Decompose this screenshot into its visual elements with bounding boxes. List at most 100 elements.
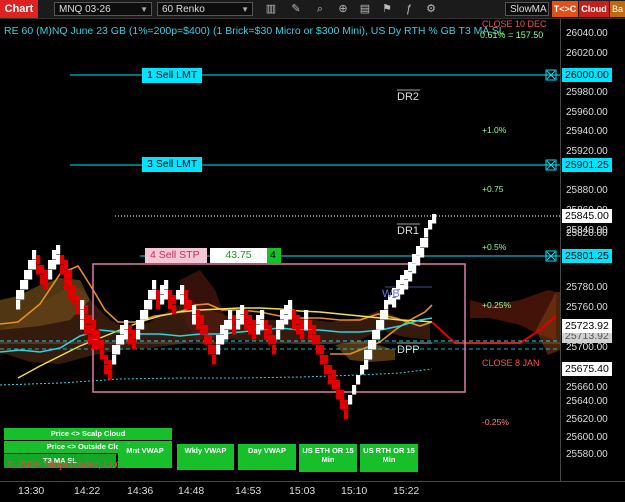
price-tick: 25600.00 xyxy=(566,432,608,443)
properties-icon[interactable]: ▤ xyxy=(358,2,372,16)
order-label-1[interactable]: 1 Sell LMT xyxy=(142,68,203,83)
dr1-label: DR1 xyxy=(397,225,420,237)
down-brick xyxy=(232,325,237,335)
indicator-value: SlowMA xyxy=(510,4,547,15)
down-brick xyxy=(316,335,321,345)
down-brick xyxy=(344,400,349,410)
down-brick xyxy=(44,270,49,280)
down-brick xyxy=(36,255,41,265)
us-eth-or-button[interactable]: US ETH OR 15 Min xyxy=(299,444,357,472)
zoom-in-icon[interactable]: ⊕ xyxy=(336,2,350,16)
up-brick xyxy=(56,255,61,265)
order-label-2[interactable]: 3 Sell LMT xyxy=(142,157,203,172)
price-tag-25801: 25801.25 xyxy=(562,249,612,263)
down-brick xyxy=(60,265,65,275)
down-brick xyxy=(296,325,301,335)
down-brick xyxy=(196,320,201,330)
down-brick xyxy=(64,280,69,290)
down-brick xyxy=(36,265,41,275)
up-brick xyxy=(380,320,385,330)
scalp-cloud-button[interactable]: Price <> Scalp Cloud xyxy=(4,428,172,440)
up-brick xyxy=(360,365,365,375)
up-brick xyxy=(140,310,145,320)
mnt-vwap-button[interactable]: Mnt VWAP xyxy=(118,444,172,468)
order-qty-field[interactable]: 43.75 xyxy=(210,248,267,263)
wkly-vwap-button[interactable]: Wkly VWAP xyxy=(177,444,234,470)
down-brick xyxy=(108,370,113,380)
down-brick xyxy=(132,340,137,350)
down-brick xyxy=(72,285,77,295)
us-rth-or-button[interactable]: US RTH OR 15 Min xyxy=(360,444,418,472)
down-brick xyxy=(132,330,137,340)
up-brick xyxy=(164,290,169,300)
up-brick xyxy=(416,246,421,256)
down-brick xyxy=(168,290,173,300)
chevron-down-icon: ▼ xyxy=(241,5,249,14)
up-brick xyxy=(428,220,433,230)
up-brick xyxy=(112,345,117,355)
up-brick xyxy=(52,260,57,270)
instrument-selector[interactable]: MNQ 03-26 ▼ xyxy=(54,2,152,16)
up-brick xyxy=(152,280,157,290)
down-brick xyxy=(68,270,73,280)
up-brick xyxy=(16,290,21,300)
time-label: 14:53 xyxy=(235,485,262,497)
up-brick xyxy=(180,285,185,295)
day-vwap-button[interactable]: Day VWAP xyxy=(238,444,296,470)
down-brick xyxy=(328,375,333,385)
order-label-3[interactable]: 4 Sell STP xyxy=(145,248,207,263)
up-brick xyxy=(260,320,265,330)
tc-button[interactable]: T<>C xyxy=(552,1,578,17)
up-brick xyxy=(424,228,429,238)
indicator-selector[interactable]: SlowMA xyxy=(505,2,549,16)
magnifier-icon[interactable]: ⌕ xyxy=(313,2,327,16)
level-label: -0.25% xyxy=(482,417,509,427)
wb-label: WB xyxy=(382,288,400,300)
up-brick xyxy=(288,310,293,320)
up-brick xyxy=(276,320,281,330)
down-brick xyxy=(312,335,317,345)
settings-icon[interactable]: ⚙ xyxy=(424,2,438,16)
bar-type-selector[interactable]: 60 Renko ▼ xyxy=(157,2,253,16)
price-tick: 25980.00 xyxy=(566,87,608,98)
up-brick xyxy=(112,355,117,365)
dr2-label: DR2 xyxy=(397,91,420,103)
up-brick xyxy=(28,260,33,270)
pct-fib-label: 0.61% = 157.50 xyxy=(480,30,544,40)
bar-style-icon[interactable]: ▥ xyxy=(264,2,278,16)
down-brick xyxy=(336,380,341,390)
down-brick xyxy=(84,325,89,335)
price-tick: 25700.00 xyxy=(566,342,608,353)
down-brick xyxy=(64,260,69,270)
down-brick xyxy=(92,330,97,340)
down-brick xyxy=(188,300,193,310)
cloud-button[interactable]: Cloud xyxy=(579,1,609,17)
up-brick xyxy=(420,248,425,258)
up-brick xyxy=(280,320,285,330)
price-tick: 25880.00 xyxy=(566,185,608,196)
up-brick xyxy=(224,320,229,330)
up-brick xyxy=(120,335,125,345)
drawing-tool-icon[interactable]: ✎ xyxy=(289,2,303,16)
order-count-badge[interactable]: 4 xyxy=(267,248,281,263)
up-brick xyxy=(236,320,241,330)
up-brick xyxy=(372,340,377,350)
up-brick xyxy=(376,320,381,330)
down-brick xyxy=(84,305,89,315)
indicator-icon[interactable]: ƒ xyxy=(402,2,416,16)
up-brick xyxy=(420,238,425,248)
up-brick xyxy=(364,360,369,370)
strategy-icon[interactable]: ⚑ xyxy=(380,2,394,16)
down-brick xyxy=(88,325,93,335)
up-brick xyxy=(32,260,37,270)
price-tick: 25920.00 xyxy=(566,146,608,157)
chart-menu-button[interactable]: Chart xyxy=(0,0,38,18)
ba-button[interactable]: Ba xyxy=(610,1,625,17)
down-brick xyxy=(252,320,257,330)
down-brick xyxy=(208,345,213,355)
down-brick xyxy=(292,310,297,320)
up-brick xyxy=(384,300,389,310)
down-brick xyxy=(264,320,269,330)
chart-title: RE 60 (M)NQ June 23 GB (1%=200p=$400) (1… xyxy=(4,25,505,37)
down-brick xyxy=(328,365,333,375)
